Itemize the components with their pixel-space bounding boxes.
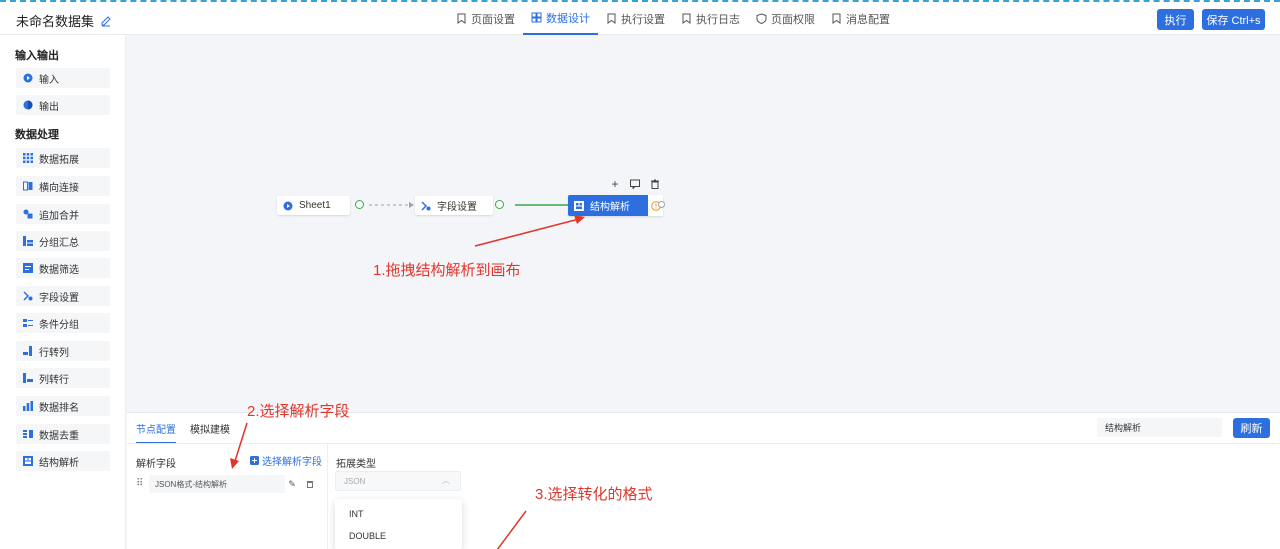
output-icon — [23, 100, 33, 110]
sidebar-item-group-summary[interactable]: 分组汇总 — [16, 231, 110, 251]
group-title-io: 输入输出 — [15, 50, 59, 62]
sidebar-item-input[interactable]: 输入 — [16, 68, 110, 88]
bookmark-icon — [607, 13, 616, 24]
row-to-column-icon — [23, 346, 32, 356]
join-icon — [23, 181, 33, 191]
dataset-title-text: 未命名数据集 — [16, 14, 95, 29]
sidebar-item-label: 输入 — [39, 74, 59, 86]
sidebar-item-label: 分组汇总 — [39, 237, 79, 249]
sidebar-item-label: 列转行 — [39, 374, 69, 386]
sidebar-item-append-merge[interactable]: 追加合并 — [16, 204, 110, 224]
tab-label: 消息配置 — [846, 13, 890, 26]
sidebar-item-column-to-row[interactable]: 列转行 — [16, 368, 110, 388]
bookmark-icon — [457, 13, 466, 24]
dedupe-icon — [23, 430, 33, 438]
config-panel: 节点配置 模拟建模 刷新 解析字段 选择解析字段 ⠿ JSON格式-结构解析 ✎… — [127, 412, 1280, 549]
flow-canvas[interactable]: Sheet1 字段设置 + 结构解析 1.拖拽结构解析到画布 — [127, 35, 1280, 412]
sidebar-item-label: 结构解析 — [39, 457, 79, 469]
input-icon — [23, 73, 33, 83]
annotation-step-1: 1.拖拽结构解析到画布 — [373, 262, 521, 279]
bookmark-icon — [832, 13, 841, 24]
dots-grid-icon — [23, 153, 33, 163]
sidebar-item-dedupe[interactable]: 数据去重 — [16, 424, 110, 444]
sidebar-item-label: 横向连接 — [39, 182, 79, 194]
group-title-processing: 数据处理 — [15, 129, 59, 141]
sidebar-item-label: 条件分组 — [39, 319, 79, 331]
save-button[interactable]: 保存 Ctrl+s — [1202, 9, 1265, 30]
tab-label: 页面设置 — [471, 13, 515, 26]
tab-label: 页面权限 — [771, 13, 815, 26]
edit-icon[interactable] — [100, 15, 112, 27]
sidebar-item-horizontal-join[interactable]: 横向连接 — [16, 176, 110, 196]
append-icon — [23, 209, 33, 219]
sidebar-item-row-to-column[interactable]: 行转列 — [16, 341, 110, 361]
grid-icon — [531, 12, 542, 23]
column-to-row-icon — [23, 373, 33, 383]
structure-parse-icon — [23, 456, 33, 466]
sidebar-item-structure-parse[interactable]: 结构解析 — [16, 451, 110, 471]
bar-chart-icon — [23, 401, 33, 411]
sidebar-item-label: 数据筛选 — [39, 264, 79, 276]
annotation-arrows-panel — [230, 422, 527, 549]
sidebar-item-condition-group[interactable]: 条件分组 — [16, 313, 110, 333]
tab-data-design[interactable]: 数据设计 — [523, 2, 598, 35]
group-icon — [23, 236, 33, 246]
sidebar-item-label: 数据去重 — [39, 430, 79, 442]
sidebar-item-data-filter[interactable]: 数据筛选 — [16, 258, 110, 278]
header-tabs: 页面设置 数据设计 执行设置 执行日志 页面权限 消息配置 — [448, 2, 898, 35]
top-bar: 未命名数据集 页面设置 数据设计 执行设置 执行日志 页面权限 消息配置 执行 … — [0, 0, 1280, 35]
sidebar-item-label: 行转列 — [39, 347, 69, 359]
run-button[interactable]: 执行 — [1157, 9, 1194, 30]
filter-table-icon — [23, 263, 33, 273]
node-palette-sidebar: 输入输出 输入 输出 数据处理 数据拓展 横向连接 追加合并 分组汇总 数据筛选… — [0, 35, 126, 549]
sidebar-item-label: 数据排名 — [39, 402, 79, 414]
bookmark-icon — [682, 13, 691, 24]
tab-label: 执行设置 — [621, 13, 665, 26]
annotation-arrow-1 — [474, 215, 585, 247]
annotation-step-3: 3.选择转化的格式 — [535, 486, 653, 503]
sidebar-item-field-settings[interactable]: 字段设置 — [16, 286, 110, 306]
tab-page-settings[interactable]: 页面设置 — [448, 2, 523, 35]
condition-icon — [23, 319, 33, 327]
sidebar-item-label: 追加合并 — [39, 210, 79, 222]
tab-message-config[interactable]: 消息配置 — [823, 2, 898, 35]
sidebar-item-output[interactable]: 输出 — [16, 95, 110, 115]
shield-icon — [756, 13, 767, 24]
field-settings-icon — [23, 291, 33, 301]
sidebar-item-label: 字段设置 — [39, 292, 79, 304]
tab-page-permissions[interactable]: 页面权限 — [748, 2, 823, 35]
sidebar-item-label: 输出 — [39, 101, 59, 113]
dataset-title: 未命名数据集 — [16, 11, 112, 30]
tab-run-log[interactable]: 执行日志 — [673, 2, 748, 35]
tab-label: 数据设计 — [546, 12, 590, 25]
tab-run-settings[interactable]: 执行设置 — [598, 2, 673, 35]
sidebar-item-data-expand[interactable]: 数据拓展 — [16, 148, 110, 168]
sidebar-item-data-rank[interactable]: 数据排名 — [16, 396, 110, 416]
sidebar-item-label: 数据拓展 — [39, 154, 79, 166]
annotation-step-2: 2.选择解析字段 — [247, 403, 350, 420]
tab-label: 执行日志 — [696, 13, 740, 26]
